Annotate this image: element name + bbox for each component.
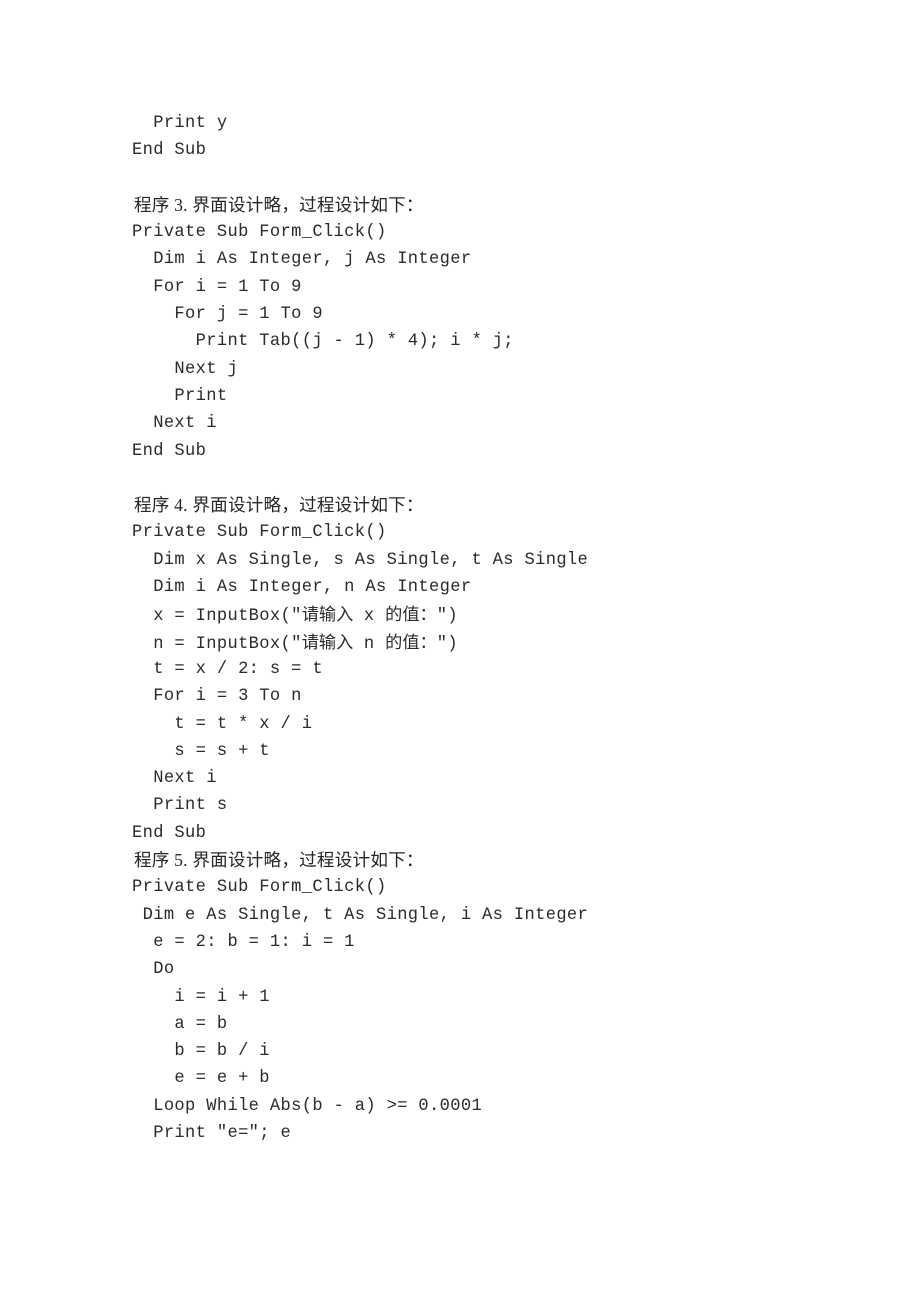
code-line: Do bbox=[132, 960, 175, 980]
code-line: Private Sub Form_Click() bbox=[132, 223, 387, 243]
code-line: x = InputBox("请输入 x 的值：") bbox=[132, 605, 458, 627]
code-line: For j = 1 To 9 bbox=[132, 305, 323, 325]
code-line: Next j bbox=[132, 359, 239, 379]
code-line: Print bbox=[132, 386, 228, 406]
code-line: End Sub bbox=[132, 441, 207, 461]
code-line: For i = 1 To 9 bbox=[132, 277, 302, 297]
document-page: Print y End Sub 程序 3. 界面设计略，过程设计如下： Privat… bbox=[0, 0, 920, 1300]
program-heading: 程序 4. 界面设计略，过程设计如下： bbox=[134, 495, 424, 516]
code-line: t = x / 2: s = t bbox=[132, 659, 323, 679]
code-line: Private Sub Form_Click() bbox=[132, 523, 387, 543]
code-line: Dim i As Integer, n As Integer bbox=[132, 578, 472, 598]
code-line: a = b bbox=[132, 1014, 228, 1034]
program-heading: 程序 3. 界面设计略，过程设计如下： bbox=[134, 194, 424, 215]
code-line: e = e + b bbox=[132, 1069, 270, 1089]
program-heading: 程序 5. 界面设计略，过程设计如下： bbox=[134, 850, 424, 871]
code-line: Next i bbox=[132, 769, 217, 789]
code-line: For i = 3 To n bbox=[132, 687, 302, 707]
code-line: Next i bbox=[132, 414, 217, 434]
code-line: b = b / i bbox=[132, 1042, 270, 1062]
code-line: End Sub bbox=[132, 141, 207, 161]
code-line: Private Sub Form_Click() bbox=[132, 878, 387, 898]
code-line: End Sub bbox=[132, 823, 207, 843]
code-line: Dim e As Single, t As Single, i As Integ… bbox=[132, 905, 589, 925]
code-line: e = 2: b = 1: i = 1 bbox=[132, 932, 355, 952]
code-line: Print y bbox=[132, 114, 228, 133]
code-line: i = i + 1 bbox=[132, 987, 270, 1007]
code-line: Dim x As Single, s As Single, t As Singl… bbox=[132, 550, 589, 570]
code-line: Print s bbox=[132, 796, 228, 816]
code-line: t = t * x / i bbox=[132, 714, 313, 734]
code-line: Print Tab((j - 1) * 4); i * j; bbox=[132, 332, 514, 352]
code-line: Loop While Abs(b - a) >= 0.0001 bbox=[132, 1096, 483, 1116]
code-line: Dim i As Integer, j As Integer bbox=[132, 250, 472, 270]
code-line: n = InputBox("请输入 n 的值：") bbox=[132, 632, 458, 654]
document-content: Print y End Sub 程序 3. 界面设计略，过程设计如下： Privat… bbox=[132, 110, 832, 1147]
code-line: s = s + t bbox=[132, 741, 270, 761]
code-line: Print "e="; e bbox=[132, 1123, 292, 1143]
